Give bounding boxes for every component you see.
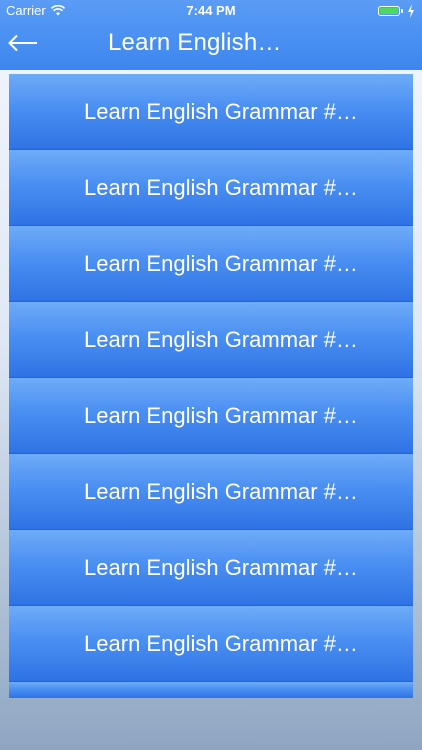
list-item-label: Learn English Grammar #… — [84, 402, 358, 428]
arrow-left-icon — [8, 34, 37, 52]
list-item-label: Learn English Grammar #… — [84, 326, 358, 352]
lesson-list: Learn English Grammar #… Learn English G… — [9, 74, 413, 698]
list-item-label: Learn English Grammar #… — [84, 174, 358, 200]
battery-level — [380, 8, 398, 14]
top-bar: Carrier 7:44 PM Learn English… — [0, 0, 422, 70]
status-bar: Carrier 7:44 PM — [0, 0, 422, 22]
navigation-bar: Learn English… — [0, 22, 422, 70]
list-item-label: Learn English Grammar #… — [84, 554, 358, 580]
list-item[interactable]: Learn English Grammar #… — [9, 302, 413, 378]
clock-time: 7:44 PM — [186, 3, 236, 18]
list-item[interactable]: Learn English Grammar #… — [9, 226, 413, 302]
battery-cap — [401, 9, 403, 13]
list-item[interactable]: Learn English Grammar #… — [9, 530, 413, 606]
list-item[interactable]: Learn English Grammar #… — [9, 454, 413, 530]
list-item-label: Learn English Grammar #… — [84, 630, 358, 656]
list-item[interactable]: Learn English Grammar #… — [9, 378, 413, 454]
list-item-label: Learn English Grammar #… — [84, 250, 358, 276]
app-screen: Carrier 7:44 PM Learn English… Learn Eng… — [0, 0, 422, 750]
list-item[interactable]: Learn English Grammar #… — [9, 74, 413, 150]
back-button[interactable] — [4, 28, 44, 60]
battery-icon — [378, 6, 400, 16]
list-item-partial[interactable] — [9, 682, 413, 698]
page-title: Learn English… — [108, 29, 282, 56]
charging-bolt-icon — [408, 4, 414, 18]
list-item[interactable]: Learn English Grammar #… — [9, 606, 413, 682]
list-item-label: Learn English Grammar #… — [84, 98, 358, 124]
list-item-label: Learn English Grammar #… — [84, 478, 358, 504]
list-item[interactable]: Learn English Grammar #… — [9, 150, 413, 226]
